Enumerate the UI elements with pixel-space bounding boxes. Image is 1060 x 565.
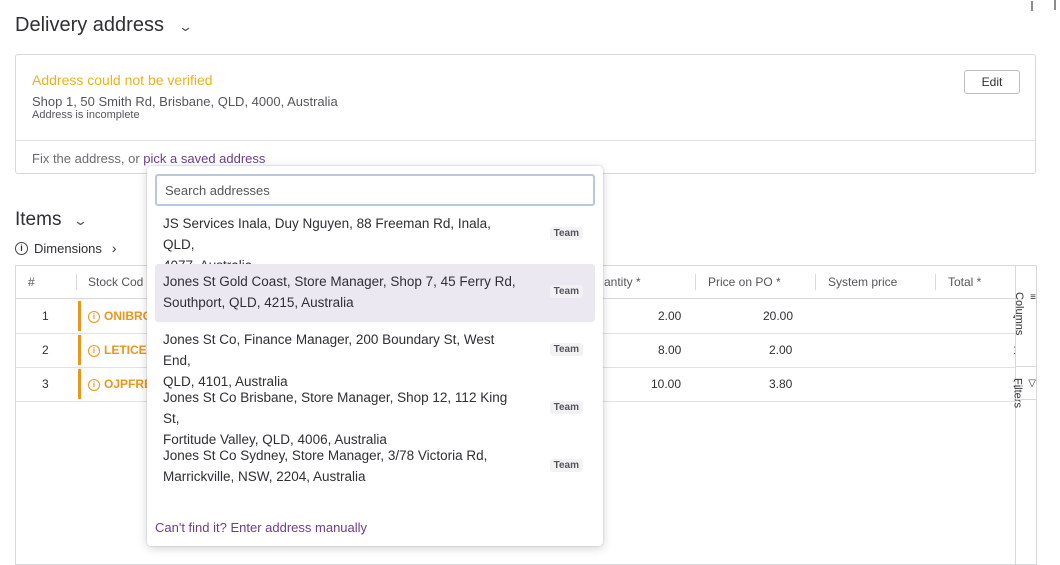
column-header-price-on-po[interactable]: Price on PO * (708, 266, 781, 299)
stock-code[interactable]: i ONIBRO (88, 299, 152, 333)
warning-icon: i (88, 378, 100, 391)
side-panel-divider (1016, 366, 1036, 367)
price-cell[interactable]: 2.00 (769, 333, 792, 367)
address-option-text: Jones St Co Sydney, Store Manager, 3/78 … (163, 445, 523, 487)
address-option-line1: JS Services Inala, Duy Nguyen, 88 Freema… (163, 216, 491, 252)
price-cell[interactable]: 20.00 (763, 299, 793, 333)
chevron-right-icon: › (111, 240, 117, 256)
dimensions-label: Dimensions (34, 240, 102, 256)
column-header-quantity[interactable]: antity * (604, 266, 641, 299)
address-card: Address could not be verified Shop 1, 50… (15, 54, 1036, 174)
address-option-line1: Jones St Gold Coast, Store Manager, Shop… (163, 274, 516, 289)
address-option[interactable]: Jones St Co Sydney, Store Manager, 3/78 … (155, 438, 595, 496)
stock-code-text: ONIBRO (104, 309, 152, 323)
page-scrollbar[interactable] (1054, 0, 1056, 10)
delivery-address-title: Delivery address (15, 14, 164, 36)
fix-address-prefix: Fix the address, or (32, 151, 140, 166)
edit-address-button[interactable]: Edit (964, 70, 1020, 94)
row-number: 2 (42, 343, 49, 357)
column-header-system-price[interactable]: System price (828, 266, 897, 299)
quantity-cell[interactable]: 8.00 (658, 333, 681, 367)
row-warning-bar (78, 369, 81, 399)
columns-label: Columns (1013, 292, 1026, 336)
team-badge: Team (549, 285, 583, 298)
address-text: Shop 1, 50 Smith Rd, Brisbane, QLD, 4000… (32, 94, 338, 109)
items-title: Items (15, 209, 62, 230)
row-number: 1 (42, 309, 49, 323)
address-option-highlighted[interactable]: Jones St Gold Coast, Store Manager, Shop… (155, 264, 595, 322)
column-header-number[interactable]: # (28, 266, 35, 299)
enter-address-manually-link[interactable]: Can't find it? Enter address manually (155, 520, 367, 535)
address-note: Address is incomplete (32, 109, 140, 121)
team-badge: Team (549, 227, 583, 240)
column-divider (935, 274, 936, 290)
address-warning-title: Address could not be verified (32, 72, 213, 88)
columns-panel-tab[interactable]: ≡ Columns (1013, 292, 1036, 336)
address-option-line1: Jones St Co, Finance Manager, 200 Bounda… (163, 332, 495, 368)
info-icon: i (15, 241, 28, 255)
stock-code[interactable]: i LETICE (88, 333, 147, 367)
stock-code-text: LETICE (104, 343, 147, 357)
stock-code[interactable]: i OJPFRE (88, 367, 152, 401)
column-divider (76, 274, 77, 290)
address-option-line2: Marrickville, NSW, 2204, Australia (163, 469, 366, 484)
address-option-line1: Jones St Co Brisbane, Store Manager, Sho… (163, 390, 508, 426)
address-option-text: Jones St Gold Coast, Store Manager, Shop… (163, 271, 523, 313)
search-addresses-input[interactable] (155, 174, 595, 206)
team-badge: Team (549, 343, 583, 356)
side-panel: ≡ Columns ▽ Filters (1011, 1, 1036, 564)
column-header-stock-code[interactable]: Stock Cod (88, 266, 143, 299)
scrollbar[interactable] (1031, 1, 1033, 11)
chevron-down-icon[interactable]: ⌄ (177, 19, 192, 35)
filters-panel-tab[interactable]: ▽ Filters (1011, 378, 1036, 408)
dimensions-toggle[interactable]: i Dimensions › (15, 240, 117, 256)
address-option[interactable]: Jones St Co, Finance Manager, 200 Bounda… (155, 322, 595, 389)
quantity-cell[interactable]: 10.00 (651, 367, 681, 401)
row-warning-bar (78, 335, 81, 365)
column-divider (695, 274, 696, 290)
address-option-line2: Southport, QLD, 4215, Australia (163, 295, 354, 310)
address-option[interactable]: Jones St Co Brisbane, Store Manager, Sho… (155, 380, 595, 447)
filter-icon: ▽ (1028, 378, 1036, 389)
side-panel-divider (1016, 399, 1036, 400)
quantity-cell[interactable]: 2.00 (658, 299, 681, 333)
card-divider (16, 140, 1035, 141)
column-header-total[interactable]: Total * (948, 266, 981, 299)
chevron-down-icon[interactable]: ⌄ (73, 213, 88, 229)
warning-icon: i (88, 310, 100, 323)
row-number: 3 (42, 377, 49, 391)
address-option-line1: Jones St Co Sydney, Store Manager, 3/78 … (163, 448, 488, 463)
saved-address-dropdown: JS Services Inala, Duy Nguyen, 88 Freema… (147, 166, 603, 546)
column-divider (815, 274, 816, 290)
stock-code-text: OJPFRE (104, 377, 153, 391)
filters-label: Filters (1011, 378, 1024, 408)
row-warning-bar (78, 301, 81, 331)
address-option[interactable]: JS Services Inala, Duy Nguyen, 88 Freema… (155, 206, 595, 273)
items-heading[interactable]: Items ⌄ (15, 209, 88, 231)
pick-saved-address-link[interactable]: pick a saved address (143, 151, 265, 166)
fix-address-line: Fix the address, or pick a saved address (32, 151, 265, 166)
price-cell[interactable]: 3.80 (769, 367, 792, 401)
team-badge: Team (549, 459, 583, 472)
warning-icon: i (88, 344, 100, 357)
delivery-address-heading[interactable]: Delivery address ⌄ (15, 14, 193, 37)
columns-icon: ≡ (1030, 292, 1036, 303)
team-badge: Team (549, 401, 583, 414)
